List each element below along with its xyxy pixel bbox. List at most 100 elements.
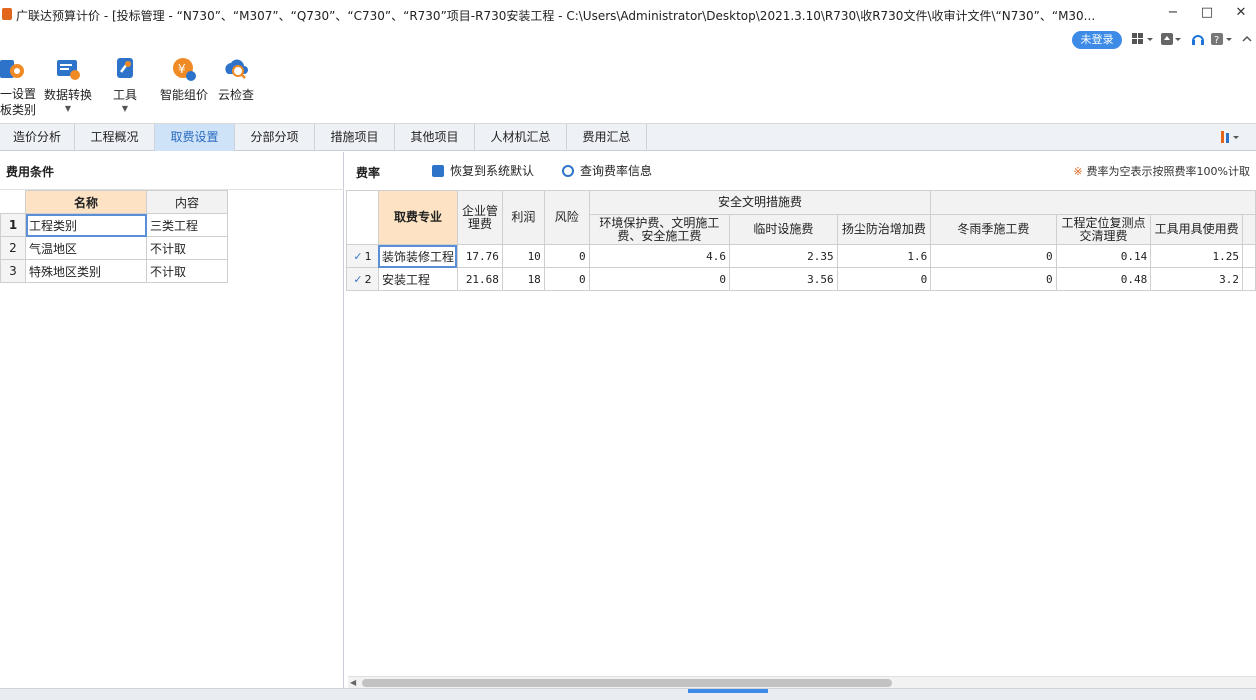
ribbon-data-convert-label: 数据转换 [43, 88, 92, 102]
collapse-ribbon-icon[interactable] [1242, 32, 1252, 48]
tab-sections[interactable]: 分部分项 [235, 124, 315, 151]
survey-cell[interactable]: 0.48 [1055, 267, 1152, 291]
status-indicator [688, 689, 768, 693]
svg-text:¥: ¥ [178, 62, 186, 76]
maximize-button[interactable]: □ [1196, 4, 1218, 22]
overflow-cell [1241, 267, 1256, 291]
table-row[interactable]: ✓ 2 安装工程 21.68 18 0 0 3.56 0 0 0.48 3.2 [346, 267, 1256, 291]
tab-project-overview[interactable]: 工程概况 [75, 124, 155, 151]
check-icon: ✓ [353, 272, 363, 286]
mgmt-cell[interactable]: 17.76 [456, 244, 503, 268]
column-header-mgmt: 企业管理费 [456, 190, 503, 245]
env-cell[interactable]: 0 [588, 267, 731, 291]
survey-cell[interactable]: 0.14 [1055, 244, 1152, 268]
fee-rate-table: 取费专业 企业管理费 利润 风险 安全文明措施费 环境保护费、文明施工费、安全施… [346, 190, 1256, 291]
ribbon-tools-button[interactable]: 工具 ▼ [108, 56, 142, 113]
column-header-winter: 冬雨季施工费 [930, 214, 1057, 245]
ribbon-toolbar: 一设置 板类别 数据转换 ▼ 工具 ▼ ¥ 智能组价 云检查 [0, 50, 1256, 124]
temp-cell[interactable]: 2.35 [729, 244, 838, 268]
ribbon-cloud-check-label: 云检查 [217, 88, 254, 102]
column-header-temp: 临时设施费 [729, 214, 838, 245]
tab-fee-settings[interactable]: 取费设置 [155, 124, 235, 151]
query-rate-label: 查询费率信息 [580, 164, 653, 178]
column-header-overflow [1241, 214, 1256, 245]
condition-name-cell[interactable]: 气温地区 [25, 236, 147, 260]
table-row[interactable]: 2 气温地区 不计取 [0, 236, 228, 260]
column-header-major: 取费专业 [377, 190, 458, 245]
app-logo-icon [2, 8, 12, 20]
tab-fee-summary[interactable]: 费用汇总 [567, 124, 647, 151]
dust-cell[interactable]: 0 [836, 267, 932, 291]
ribbon-tools-label: 工具 [112, 88, 137, 102]
restore-icon [432, 165, 444, 177]
table-row[interactable]: 1 工程类别 三类工程 [0, 213, 228, 237]
chevron-down-icon: ▼ [64, 104, 72, 113]
tab-measures[interactable]: 措施项目 [315, 124, 395, 151]
row-number-text: 1 [364, 249, 372, 263]
login-badge[interactable]: 未登录 [1072, 31, 1122, 49]
column-header-survey: 工程定位复测点交清理费 [1055, 214, 1152, 245]
support-headset-icon[interactable] [1190, 32, 1206, 48]
notice-icon: ※ [1073, 165, 1083, 178]
risk-cell[interactable]: 0 [543, 244, 590, 268]
scrollbar-thumb[interactable] [362, 679, 892, 687]
rate-note-text: 费率为空表示按照费率100%计取 [1086, 165, 1250, 178]
temp-cell[interactable]: 3.56 [729, 267, 838, 291]
major-cell[interactable]: 安装工程 [377, 267, 458, 291]
condition-name-cell[interactable]: 特殊地区类别 [25, 259, 147, 283]
mgmt-cell[interactable]: 21.68 [456, 267, 503, 291]
table-row[interactable]: ✓ 1 装饰装修工程 17.76 10 0 4.6 2.35 1.6 0 0.14… [346, 244, 1256, 268]
column-header-risk: 风险 [543, 190, 590, 245]
upload-icon[interactable] [1160, 32, 1184, 48]
risk-cell[interactable]: 0 [543, 267, 590, 291]
query-rate-button[interactable]: 查询费率信息 [562, 162, 652, 179]
ribbon-smart-pricing-button[interactable]: ¥ 智能组价 [158, 56, 210, 103]
row-number: 2 [0, 236, 26, 260]
status-bar [0, 688, 1256, 700]
tools-cell[interactable]: 1.25 [1150, 244, 1243, 268]
winter-cell[interactable]: 0 [930, 244, 1057, 268]
close-button[interactable]: ✕ [1230, 4, 1252, 22]
tab-labor-material-summary[interactable]: 人材机汇总 [475, 124, 567, 151]
profit-cell[interactable]: 18 [501, 267, 545, 291]
tab-cost-analysis[interactable]: 造价分析 [0, 124, 75, 151]
ribbon-cloud-check-button[interactable]: 云检查 [216, 56, 256, 103]
profit-cell[interactable]: 10 [501, 244, 545, 268]
help-icon[interactable]: ? [1210, 32, 1236, 48]
minimize-button[interactable]: − [1162, 4, 1184, 22]
condition-value-cell[interactable]: 三类工程 [146, 213, 228, 237]
overflow-cell [1241, 244, 1256, 268]
dust-cell[interactable]: 1.6 [836, 244, 932, 268]
ribbon-data-convert-button[interactable]: 数据转换 ▼ [42, 56, 94, 113]
tab-options-icon[interactable] [1220, 130, 1242, 147]
smart-pricing-icon: ¥ [173, 58, 196, 81]
condition-name-cell[interactable]: 工程类别 [25, 213, 147, 237]
condition-value-cell[interactable]: 不计取 [146, 259, 228, 283]
check-icon: ✓ [353, 249, 363, 263]
winter-cell[interactable]: 0 [930, 267, 1057, 291]
ribbon-settings-button[interactable]: 一设置 板类别 [0, 56, 38, 118]
table-corner [0, 190, 26, 214]
window-title: 广联达预算计价 - [投标管理 - “N730”、“M307”、“Q730”、“… [16, 9, 1096, 23]
column-header-tools: 工具用具使用费 [1150, 214, 1243, 245]
env-cell[interactable]: 4.6 [588, 244, 731, 268]
row-number: 1 [0, 213, 26, 237]
tab-other-items[interactable]: 其他项目 [395, 124, 475, 151]
restore-default-button[interactable]: 恢复到系统默认 [432, 162, 534, 179]
major-cell[interactable]: 装饰装修工程 [377, 244, 458, 268]
title-bar: 广联达预算计价 - [投标管理 - “N730”、“M307”、“Q730”、“… [0, 0, 1256, 30]
column-header-env: 环境保护费、文明施工费、安全施工费 [588, 214, 731, 245]
svg-text:?: ? [1214, 35, 1219, 46]
data-convert-icon [57, 60, 80, 80]
cloud-check-icon [225, 59, 248, 79]
horizontal-scrollbar[interactable]: ◀ [348, 676, 1256, 688]
restore-default-label: 恢复到系统默认 [450, 164, 535, 178]
condition-value-cell[interactable]: 不计取 [146, 236, 228, 260]
ribbon-smart-pricing-label: 智能组价 [159, 88, 208, 102]
column-group-other [930, 190, 1256, 215]
column-header-dust: 扬尘防治增加费 [836, 214, 932, 245]
layout-grid-icon[interactable] [1132, 32, 1156, 48]
settings-icon [0, 60, 24, 78]
tools-cell[interactable]: 3.2 [1150, 267, 1243, 291]
table-row[interactable]: 3 特殊地区类别 不计取 [0, 259, 228, 283]
